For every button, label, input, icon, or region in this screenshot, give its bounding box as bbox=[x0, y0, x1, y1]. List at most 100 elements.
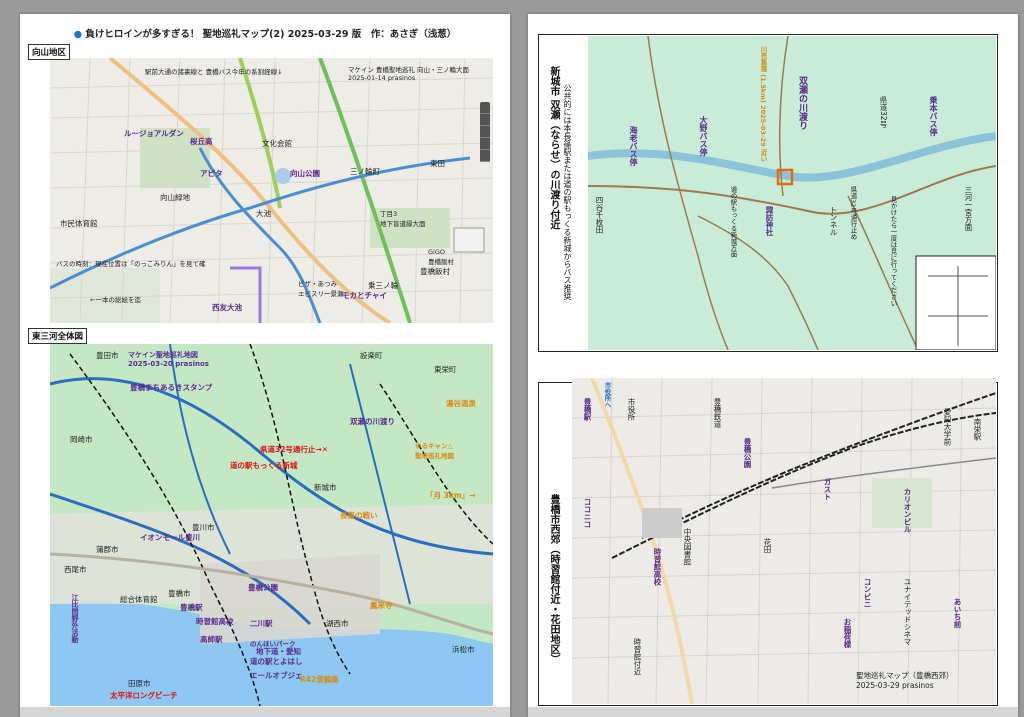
futase-place-0[interactable]: 海老バス停 bbox=[628, 126, 639, 166]
place-kosai: 湖西市 bbox=[326, 619, 349, 628]
nishikogo-place-6[interactable]: ガスト bbox=[822, 478, 833, 501]
nishikogo-place-7[interactable]: 豊橋公園 bbox=[742, 438, 753, 468]
place-14: 大池 bbox=[256, 209, 271, 218]
futase-place-5[interactable]: 諏訪神社 bbox=[764, 206, 775, 236]
futase-place-7: 三河一宮方面 bbox=[964, 186, 973, 231]
place-toyota: 豊田市 bbox=[96, 351, 119, 360]
left-page: ● 負けヒロインが多すぎる！ 聖地巡礼マップ(2) 2025-03-29 版 作… bbox=[20, 14, 510, 717]
place-13: 東田 bbox=[430, 159, 445, 168]
futase-note-1: 道の駅もっくる新城方面 bbox=[729, 186, 737, 258]
nishikogo-place-11: 愛知大学前 bbox=[943, 408, 952, 446]
nishikogo-place-1: 市役所 bbox=[627, 398, 636, 421]
nishikogo-place-9: 南栄駅 bbox=[973, 418, 982, 441]
nishikogo-top-left: 市役所へ bbox=[603, 382, 611, 408]
note-top-right: マケイン 豊橋聖地巡礼 向山・三ノ輪大面 2025-01-14 prasinos bbox=[348, 66, 470, 82]
map-higashimikawa[interactable]: マケイン聖地巡礼地図 2025-03-20 prasinos 豊橋まちあるきスタ… bbox=[50, 344, 493, 706]
map-futase[interactable]: 海老バス停 川売集落 (1.5km) 2025-03-29 近い 双瀬の川渡り … bbox=[588, 36, 996, 350]
note-bus: バスの時刻：現在位置は「のっこみりん」を見て確 bbox=[56, 260, 206, 268]
futase-note-0: 見かけたら一度は見に行ってください bbox=[889, 196, 897, 307]
place-gym: 総合体育館 bbox=[120, 595, 158, 604]
map-mukaiyama-graphics bbox=[50, 58, 493, 323]
nishikogo-place-16[interactable]: あいち前 bbox=[952, 598, 963, 628]
place-11[interactable]: 西友大池 bbox=[212, 302, 242, 313]
place-10: ピザ・あつみ エビスリー景瀬 bbox=[298, 280, 344, 298]
stamp-label[interactable]: 豊橋まちあるきスタンプ bbox=[130, 382, 212, 393]
place-takashi[interactable]: 高師駅 bbox=[200, 634, 223, 645]
nishikogo-place-14: ユナイテッドシネマ bbox=[903, 578, 912, 646]
place-nishio: 西尾市 bbox=[64, 565, 87, 574]
section-label-mukaiyama: 向山地区 bbox=[28, 44, 71, 60]
nishikogo-place-13[interactable]: お稲荷様 bbox=[842, 618, 853, 648]
place-nagashino[interactable]: 長篠の戦い bbox=[340, 510, 378, 521]
place-1[interactable]: 桜丘高 bbox=[190, 136, 213, 147]
place-9[interactable]: モカとチャイ bbox=[342, 290, 387, 301]
place-yuya[interactable]: 湯谷温泉 bbox=[446, 398, 476, 409]
lose-icon: ● bbox=[73, 29, 82, 40]
futase-place-1[interactable]: 川売集落 (1.5km) 2025-03-29 近い bbox=[758, 46, 768, 162]
nishikogo-place-2[interactable]: ココニコ bbox=[582, 498, 593, 528]
nishikogo-place-10: 豊橋鉄道 bbox=[713, 398, 722, 428]
place-r42: R42景観路 bbox=[300, 675, 339, 684]
place-2[interactable]: アピタ bbox=[200, 168, 223, 179]
place-horaiji[interactable]: 鳳来寺 bbox=[370, 600, 393, 611]
map-mukaiyama[interactable]: 駅前大通の諸裏線と 豊橋バス今年の系割経線↓ マケイン 豊橋聖地巡礼 向山・三ノ… bbox=[50, 58, 493, 323]
place-7: 丁目3 地下盲道縁大面 bbox=[380, 210, 426, 228]
place-0[interactable]: ルージョアルダン bbox=[124, 128, 184, 139]
place-3: 向山緑地 bbox=[160, 193, 190, 202]
place-toyohashi-park[interactable]: 豊橋公園 bbox=[248, 582, 278, 593]
map-futase-graphics bbox=[588, 36, 996, 350]
place-shinshiro: 新城市 bbox=[314, 483, 337, 492]
section-label-higashimikawa: 東三河全体図 bbox=[28, 328, 88, 344]
place-shitara: 設楽町 bbox=[360, 351, 383, 360]
nishikogo-place-12[interactable]: コンビニ bbox=[862, 578, 873, 608]
nishikogo-footer: 聖地巡礼マップ（豊橋西郊） 2025-03-29 prasinos bbox=[856, 671, 954, 690]
place-15: 市民体育館 bbox=[60, 219, 98, 228]
nishikogo-place-3[interactable]: 時習館高校 bbox=[652, 548, 663, 586]
futase-place-8: トンネル bbox=[829, 206, 838, 236]
map-nishikogo[interactable]: 豊橋駅 市役所 ココニコ 時習館高校 中央図書館 花田 ガスト 豊橋公園 カリオ… bbox=[572, 378, 996, 704]
place-futagawa[interactable]: 二川駅 bbox=[250, 618, 273, 629]
place-6: 三ノ輪町 bbox=[350, 167, 380, 176]
note-top-left: 駅前大通の諸裏線と 豊橋バス今年の系割経線↓ bbox=[145, 68, 283, 76]
futase-note-2: 県道32号通行止め bbox=[849, 186, 857, 240]
futase-crossing[interactable]: 双瀬の川渡り bbox=[350, 416, 395, 427]
nishikogo-place-0[interactable]: 豊橋駅 bbox=[582, 398, 593, 421]
overview-title: マケイン聖地巡礼地図 2025-03-20 prasinos bbox=[128, 351, 209, 368]
place-4: 文化会館 bbox=[262, 139, 292, 148]
map-zoom-controls[interactable] bbox=[480, 102, 490, 162]
place-hamamatsu: 浜松市 bbox=[452, 645, 475, 654]
nishikogo-place-5: 花田 bbox=[763, 538, 772, 553]
michinoeki[interactable]: 道の駅もっくる新城 bbox=[230, 460, 297, 471]
futase-place-6[interactable]: 乗本バス停 bbox=[928, 96, 939, 136]
place-toyohashi: 豊橋市 bbox=[168, 589, 191, 598]
place-michinoeki-toyohashi[interactable]: 道の駅とよはし bbox=[250, 656, 303, 667]
place-aeon[interactable]: イオンモール豊川 bbox=[140, 532, 200, 543]
long-beach[interactable]: 太平洋ロングビーチ bbox=[110, 690, 178, 701]
futase-place-9: 県道32号 bbox=[879, 96, 888, 129]
distance-note: 「月 3km」→ bbox=[426, 491, 476, 500]
futase-place-3[interactable]: 大野バス停 bbox=[698, 116, 709, 156]
place-5[interactable]: 向山公園 bbox=[290, 168, 320, 179]
place-gamagori: 蒲郡市 bbox=[96, 545, 119, 554]
place-okazaki: 岡崎市 bbox=[70, 435, 93, 444]
page-bottom-bar bbox=[20, 707, 510, 717]
place-ale[interactable]: エールオブジェ bbox=[250, 670, 303, 681]
nishikogo-place-8[interactable]: カリオンビル bbox=[902, 488, 913, 533]
place-toei: 東栄町 bbox=[434, 365, 457, 374]
futase-title: 新城市 双瀬（ならせ）の川渡り付近 bbox=[548, 66, 559, 230]
futase-place-2[interactable]: 双瀬の川渡り bbox=[796, 76, 809, 130]
right-page: 新城市 双瀬（ならせ）の川渡り付近 公共的には本長篠駅または道の駅もっくる新城か… bbox=[528, 14, 1018, 717]
yuru-camp[interactable]: ゆるキャン△ 聖地巡礼地図 bbox=[415, 440, 454, 460]
place-tahara: 田原市 bbox=[128, 679, 151, 688]
nishikogo-title: 豊橋市西郊（時習館付近・花田地区） bbox=[548, 494, 559, 664]
place-ebima[interactable]: 江比間野外活動 bbox=[70, 594, 80, 643]
place-nonhoi[interactable]: のんほいパーク bbox=[250, 638, 296, 648]
place-toyohashi-sta[interactable]: 豊橋駅 bbox=[180, 602, 203, 613]
note-gigo: GiGO 豊橋飯村 bbox=[428, 248, 454, 266]
place-12: 豊橋飯村 bbox=[420, 267, 450, 276]
route32-note: 県道32号通行止→✕ bbox=[260, 445, 329, 454]
nishikogo-place-15: 時習館付近 bbox=[633, 638, 642, 676]
page-title: ● 負けヒロインが多すぎる！ 聖地巡礼マップ(2) 2025-03-29 版 作… bbox=[73, 29, 457, 40]
nishikogo-place-4: 中央図書館 bbox=[683, 528, 692, 566]
place-jishukan[interactable]: 時習館高校 bbox=[196, 616, 234, 627]
